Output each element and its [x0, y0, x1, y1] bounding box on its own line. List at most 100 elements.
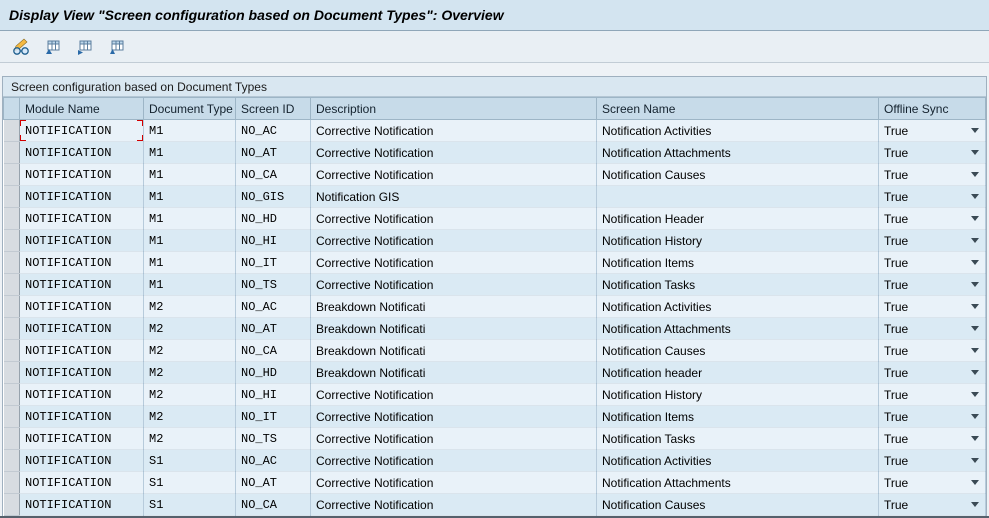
screen-name-cell[interactable]: Notification Causes — [597, 494, 879, 516]
row-selector[interactable] — [4, 428, 20, 450]
screen-id-cell[interactable]: NO_AT — [236, 318, 311, 340]
row-selector[interactable] — [4, 318, 20, 340]
column-header-offline-sync[interactable]: Offline Sync — [879, 98, 986, 120]
dropdown-arrow-icon[interactable] — [971, 370, 979, 375]
description-cell[interactable]: Corrective Notification — [311, 164, 597, 186]
offline-sync-cell[interactable]: True — [879, 186, 986, 208]
offline-sync-cell[interactable]: True — [879, 296, 986, 318]
dropdown-arrow-icon[interactable] — [971, 436, 979, 441]
screen-id-cell[interactable]: NO_AT — [236, 472, 311, 494]
screen-id-cell[interactable]: NO_TS — [236, 274, 311, 296]
dropdown-arrow-icon[interactable] — [971, 260, 979, 265]
description-cell[interactable]: Breakdown Notificati — [311, 318, 597, 340]
module-cell[interactable]: NOTIFICATION — [20, 450, 144, 472]
column-header-screen-id[interactable]: Screen ID — [236, 98, 311, 120]
document-type-cell[interactable]: S1 — [144, 494, 236, 516]
dropdown-arrow-icon[interactable] — [971, 502, 979, 507]
screen-name-cell[interactable]: Notification Tasks — [597, 274, 879, 296]
offline-sync-cell[interactable]: True — [879, 274, 986, 296]
description-cell[interactable]: Corrective Notification — [311, 208, 597, 230]
screen-id-cell[interactable]: NO_HD — [236, 208, 311, 230]
document-type-cell[interactable]: M2 — [144, 340, 236, 362]
document-type-cell[interactable]: M2 — [144, 296, 236, 318]
row-selector[interactable] — [4, 208, 20, 230]
offline-sync-cell[interactable]: True — [879, 120, 986, 142]
module-cell[interactable]: NOTIFICATION — [20, 296, 144, 318]
screen-id-cell[interactable]: NO_CA — [236, 494, 311, 516]
display-change-toggle-button[interactable] — [7, 33, 34, 60]
module-cell[interactable]: NOTIFICATION — [20, 208, 144, 230]
offline-sync-cell[interactable]: True — [879, 142, 986, 164]
document-type-cell[interactable]: S1 — [144, 472, 236, 494]
screen-name-cell[interactable]: Notification Attachments — [597, 472, 879, 494]
column-header-description[interactable]: Description — [311, 98, 597, 120]
module-cell[interactable]: NOTIFICATION — [20, 428, 144, 450]
dropdown-arrow-icon[interactable] — [971, 414, 979, 419]
offline-sync-cell[interactable]: True — [879, 362, 986, 384]
table-choose-button[interactable] — [39, 33, 66, 60]
description-cell[interactable]: Corrective Notification — [311, 120, 597, 142]
row-selector[interactable] — [4, 186, 20, 208]
screen-name-cell[interactable]: Notification Causes — [597, 340, 879, 362]
description-cell[interactable]: Corrective Notification — [311, 472, 597, 494]
row-selector[interactable] — [4, 230, 20, 252]
offline-sync-cell[interactable]: True — [879, 252, 986, 274]
description-cell[interactable]: Corrective Notification — [311, 230, 597, 252]
screen-id-cell[interactable]: NO_AT — [236, 142, 311, 164]
screen-name-cell[interactable]: Notification header — [597, 362, 879, 384]
screen-name-cell[interactable]: Notification Header — [597, 208, 879, 230]
module-cell[interactable]: NOTIFICATION — [20, 494, 144, 516]
screen-id-cell[interactable]: NO_HI — [236, 384, 311, 406]
dropdown-arrow-icon[interactable] — [971, 458, 979, 463]
screen-name-cell[interactable]: Notification Tasks — [597, 428, 879, 450]
document-type-cell[interactable]: M1 — [144, 274, 236, 296]
module-cell[interactable]: NOTIFICATION — [20, 406, 144, 428]
dropdown-arrow-icon[interactable] — [971, 282, 979, 287]
document-type-cell[interactable]: M1 — [144, 186, 236, 208]
offline-sync-cell[interactable]: True — [879, 472, 986, 494]
document-type-cell[interactable]: M2 — [144, 406, 236, 428]
module-cell[interactable]: NOTIFICATION — [20, 472, 144, 494]
screen-id-cell[interactable]: NO_HD — [236, 362, 311, 384]
dropdown-arrow-icon[interactable] — [971, 238, 979, 243]
screen-id-cell[interactable]: NO_CA — [236, 164, 311, 186]
description-cell[interactable]: Notification GIS — [311, 186, 597, 208]
row-selector[interactable] — [4, 406, 20, 428]
screen-name-cell[interactable]: Notification History — [597, 384, 879, 406]
module-cell[interactable]: NOTIFICATION — [20, 186, 144, 208]
description-cell[interactable]: Breakdown Notificati — [311, 362, 597, 384]
screen-name-cell[interactable]: Notification Items — [597, 406, 879, 428]
description-cell[interactable]: Corrective Notification — [311, 142, 597, 164]
row-selector[interactable] — [4, 362, 20, 384]
offline-sync-cell[interactable]: True — [879, 494, 986, 516]
module-cell[interactable]: NOTIFICATION — [20, 318, 144, 340]
row-selector[interactable] — [4, 296, 20, 318]
dropdown-arrow-icon[interactable] — [971, 216, 979, 221]
document-type-cell[interactable]: M1 — [144, 164, 236, 186]
description-cell[interactable]: Corrective Notification — [311, 274, 597, 296]
screen-id-cell[interactable]: NO_TS — [236, 428, 311, 450]
document-type-cell[interactable]: M2 — [144, 384, 236, 406]
description-cell[interactable]: Breakdown Notificati — [311, 340, 597, 362]
module-cell[interactable]: NOTIFICATION — [20, 274, 144, 296]
table-copy-button[interactable] — [71, 33, 98, 60]
dropdown-arrow-icon[interactable] — [971, 480, 979, 485]
row-selector[interactable] — [4, 494, 20, 516]
module-cell[interactable]: NOTIFICATION — [20, 362, 144, 384]
screen-id-cell[interactable]: NO_AC — [236, 296, 311, 318]
document-type-cell[interactable]: M1 — [144, 142, 236, 164]
offline-sync-cell[interactable]: True — [879, 406, 986, 428]
screen-id-cell[interactable]: NO_HI — [236, 230, 311, 252]
module-cell[interactable]: NOTIFICATION — [20, 142, 144, 164]
dropdown-arrow-icon[interactable] — [971, 348, 979, 353]
offline-sync-cell[interactable]: True — [879, 230, 986, 252]
offline-sync-cell[interactable]: True — [879, 384, 986, 406]
offline-sync-cell[interactable]: True — [879, 340, 986, 362]
table-print-button[interactable] — [103, 33, 130, 60]
dropdown-arrow-icon[interactable] — [971, 150, 979, 155]
screen-name-cell[interactable]: Notification Attachments — [597, 142, 879, 164]
screen-name-cell[interactable]: Notification Causes — [597, 164, 879, 186]
dropdown-arrow-icon[interactable] — [971, 128, 979, 133]
description-cell[interactable]: Corrective Notification — [311, 494, 597, 516]
document-type-cell[interactable]: M1 — [144, 252, 236, 274]
